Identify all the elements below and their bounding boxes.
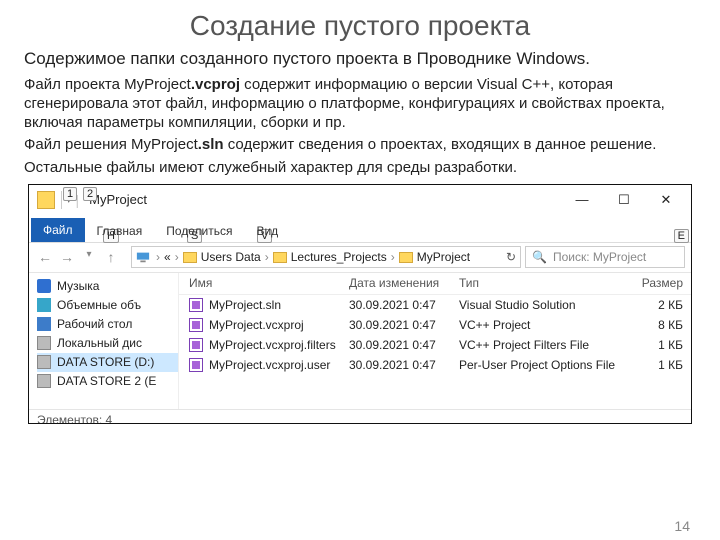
para-2: Файл решения MyProject.sln содержит свед…	[24, 136, 696, 155]
status-text: Элементов: 4	[37, 413, 112, 424]
nav-item-label: Объемные объ	[57, 298, 141, 312]
nav-item-label: Локальный дис	[57, 336, 142, 350]
file-type: VC++ Project	[459, 318, 619, 332]
file-size: 8 КБ	[619, 318, 689, 332]
tab-home[interactable]: Главная	[85, 220, 155, 242]
crumb-lectures[interactable]: Lectures_Projects	[291, 250, 387, 264]
nav-item[interactable]: Рабочий стол	[37, 315, 178, 334]
nav-item-label: DATA STORE (D:)	[57, 355, 154, 369]
file-tab[interactable]: Файл	[31, 218, 85, 242]
nav-pane: Музыка Объемные объ Рабочий стол Локальный …	[29, 273, 179, 409]
tab-view[interactable]: Вид	[244, 220, 290, 242]
file-list: Имя Дата изменения Тип Размер MyProject.…	[179, 273, 691, 409]
search-icon: 🔍	[532, 250, 547, 264]
file-date: 30.09.2021 0:47	[349, 298, 459, 312]
separator	[61, 191, 62, 209]
crumb-myproject[interactable]: MyProject	[417, 250, 470, 264]
refresh-button[interactable]: ↻	[506, 250, 516, 264]
kbd-hint-1: 1	[63, 187, 77, 201]
status-bar: Элементов: 4	[29, 409, 691, 424]
col-date[interactable]: Дата изменения	[349, 276, 459, 290]
file-name: MyProject.vcxproj.user	[209, 358, 330, 372]
nav-item[interactable]: Локальный дис	[37, 334, 178, 353]
close-button[interactable]: ✕	[645, 186, 687, 214]
kbd-hint-E: E	[674, 229, 689, 243]
para-3: Остальные файлы имеют служебный характер…	[24, 159, 696, 178]
file-icon	[189, 298, 203, 312]
nav-item-label: Рабочий стол	[57, 317, 132, 331]
vol-icon	[37, 298, 51, 312]
file-icon	[189, 318, 203, 332]
file-type: Per-User Project Options File	[459, 358, 619, 372]
folder-icon	[273, 252, 287, 263]
file-name: MyProject.sln	[209, 298, 281, 312]
desk-icon	[37, 317, 51, 331]
up-button[interactable]: ↑	[101, 249, 121, 265]
folder-icon	[183, 252, 197, 263]
file-date: 30.09.2021 0:47	[349, 318, 459, 332]
disk-icon	[37, 374, 51, 388]
title-bar: ▾ | MyProject — ☐ ✕	[29, 185, 691, 215]
back-button[interactable]: ←	[35, 249, 55, 265]
file-row[interactable]: MyProject.vcxproj.user 30.09.2021 0:47Per…	[179, 355, 691, 375]
file-date: 30.09.2021 0:47	[349, 338, 459, 352]
nav-item[interactable]: Музыка	[37, 277, 178, 296]
para-1: Файл проекта MyProject.vcproj содержит и…	[24, 76, 696, 132]
page-number: 14	[674, 518, 690, 534]
search-input[interactable]: 🔍 Поиск: MyProject	[525, 246, 685, 268]
file-icon	[189, 358, 203, 372]
slide-title: Создание пустого проекта	[24, 10, 696, 42]
file-name: MyProject.vcxproj	[209, 318, 304, 332]
crumb-sep-icon: ›	[389, 250, 397, 264]
file-row[interactable]: MyProject.sln 30.09.2021 0:47Visual Studi…	[179, 295, 691, 315]
file-row[interactable]: MyProject.vcxproj.filters 30.09.2021 0:47…	[179, 335, 691, 355]
kbd-hint-2: 2	[83, 187, 97, 201]
tab-share[interactable]: Поделиться	[154, 220, 244, 242]
file-size: 1 КБ	[619, 338, 689, 352]
disk-icon	[37, 336, 51, 350]
file-size: 2 КБ	[619, 298, 689, 312]
crumb-sep-icon: ›	[154, 250, 162, 264]
file-size: 1 КБ	[619, 358, 689, 372]
maximize-button[interactable]: ☐	[603, 186, 645, 214]
ribbon-tabs: Файл Главная Поделиться Вид	[29, 215, 691, 243]
file-date: 30.09.2021 0:47	[349, 358, 459, 372]
intro-text: Содержимое папки созданного пустого прое…	[24, 48, 696, 70]
column-headers[interactable]: Имя Дата изменения Тип Размер	[179, 273, 691, 295]
crumb-users-data[interactable]: Users Data	[201, 250, 261, 264]
col-name[interactable]: Имя	[189, 276, 349, 290]
nav-item[interactable]: DATA STORE 2 (E	[37, 372, 178, 391]
pc-icon	[136, 250, 152, 264]
file-type: Visual Studio Solution	[459, 298, 619, 312]
file-type: VC++ Project Filters File	[459, 338, 619, 352]
explorer-window: 1 2 H S V E ▾ | MyProject — ☐ ✕ Файл Гла…	[28, 184, 692, 424]
search-placeholder: Поиск: MyProject	[553, 250, 646, 264]
nav-item[interactable]: Объемные объ	[37, 296, 178, 315]
nav-item-label: Музыка	[57, 279, 99, 293]
folder-icon	[399, 252, 413, 263]
file-icon	[189, 338, 203, 352]
file-row[interactable]: MyProject.vcxproj 30.09.2021 0:47VC++ Pro…	[179, 315, 691, 335]
col-size[interactable]: Размер	[619, 276, 689, 290]
file-name: MyProject.vcxproj.filters	[209, 338, 336, 352]
address-bar-row: ← → ▾ ↑ › « › Users Data › Lectures_Proj…	[29, 243, 691, 273]
crumb-sep-icon: ›	[263, 250, 271, 264]
breadcrumb[interactable]: › « › Users Data › Lectures_Projects › M…	[131, 246, 521, 268]
window-title: MyProject	[89, 192, 147, 207]
nav-item[interactable]: DATA STORE (D:)	[37, 353, 178, 372]
minimize-button[interactable]: —	[561, 186, 603, 214]
forward-button[interactable]: →	[57, 249, 77, 265]
crumb-ellipsis[interactable]: «	[164, 250, 171, 264]
file-tab-label: Файл	[43, 223, 73, 237]
music-icon	[37, 279, 51, 293]
col-type[interactable]: Тип	[459, 276, 619, 290]
crumb-sep-icon: ›	[173, 250, 181, 264]
nav-item-label: DATA STORE 2 (E	[57, 374, 156, 388]
folder-icon	[37, 191, 55, 209]
recent-button[interactable]: ▾	[79, 249, 99, 265]
disk-icon	[37, 355, 51, 369]
